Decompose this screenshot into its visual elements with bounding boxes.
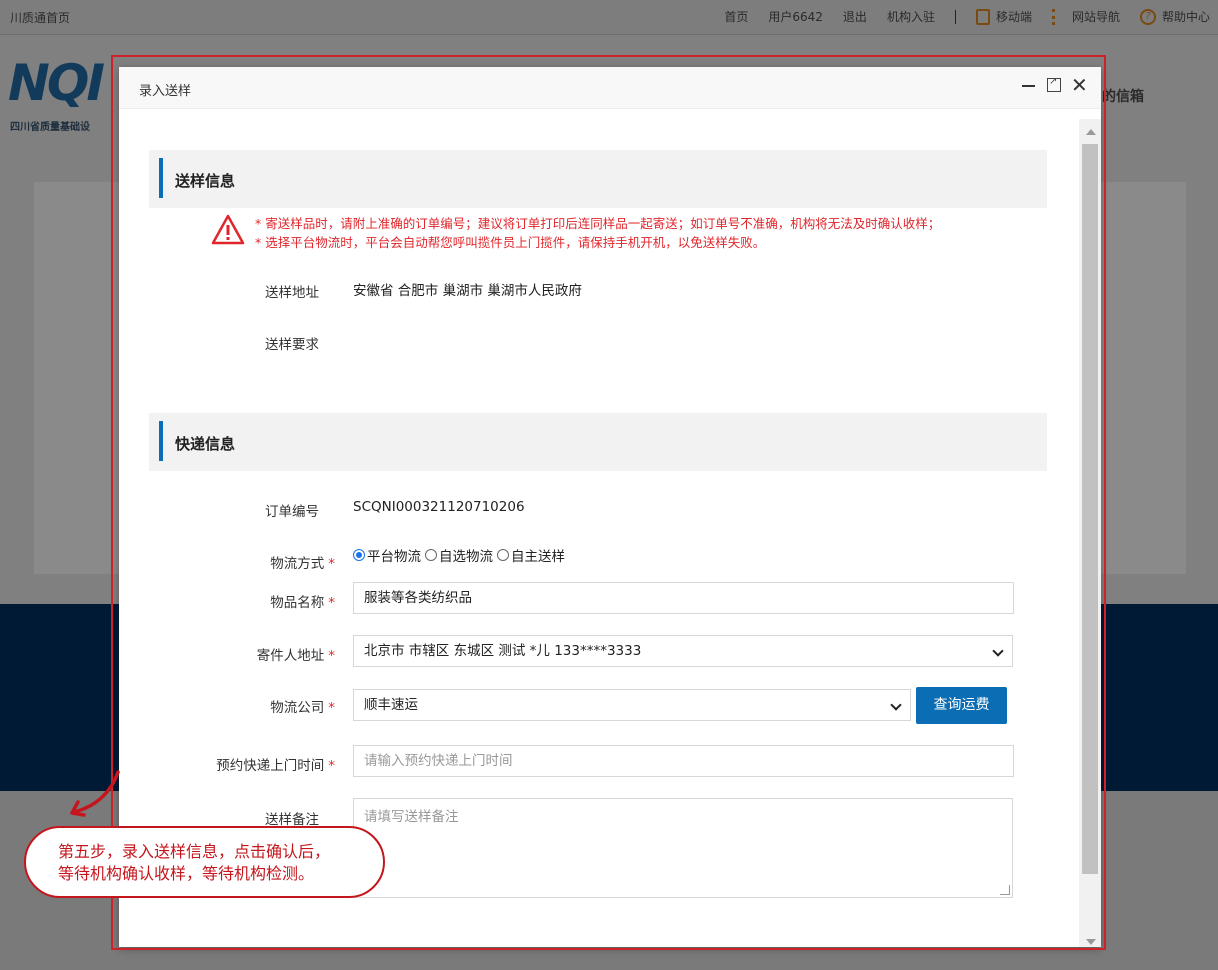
phone-icon [975,8,990,25]
callout-arrow-icon [70,770,120,817]
top-bar: 川质通首页 首页 用户6642 退出 机构入驻 移动端 网站导航 ? 帮助中心 [0,0,1218,35]
help-icon: ? [1139,8,1156,25]
callout-line: 等待机构确认收样，等待机构检测。 [58,864,315,883]
nav-org-join-link[interactable]: 机构入驻 [887,8,935,25]
logo-subtitle: 四川省质量基础设 [10,122,90,133]
step-callout: 第五步，录入送样信息，点击确认后， 等待机构确认收样，等待机构检测。 [24,826,385,898]
nav-logout-link[interactable]: 退出 [843,8,867,25]
nav-mobile-link[interactable]: 移动端 [975,8,1032,25]
nav-index-link[interactable]: 首页 [724,8,748,25]
home-link[interactable]: 川质通首页 [10,9,70,26]
nav-mobile-label: 移动端 [995,10,1032,24]
callout-line: 第五步，录入送样信息，点击确认后， [58,842,331,861]
highlight-frame [111,55,1106,950]
nav-divider [954,9,956,24]
nav-help-label: 帮助中心 [1161,10,1210,24]
nav-sitemap-label: 网站导航 [1071,10,1120,24]
sitemap-icon [1051,8,1066,25]
nav-sitemap-link[interactable]: 网站导航 [1051,8,1120,25]
nav-user-link[interactable]: 用户6642 [768,8,823,25]
top-nav: 首页 用户6642 退出 机构入驻 移动端 网站导航 ? 帮助中心 [704,8,1210,25]
callout-text: 第五步，录入送样信息，点击确认后， 等待机构确认收样，等待机构检测。 [58,841,330,885]
logo-text: NQI [8,54,105,112]
nav-help-link[interactable]: ? 帮助中心 [1139,8,1210,25]
site-logo[interactable]: NQI 四川省质量基础设 [8,54,118,134]
mailbox-link[interactable]: 的信箱 [1102,86,1144,106]
